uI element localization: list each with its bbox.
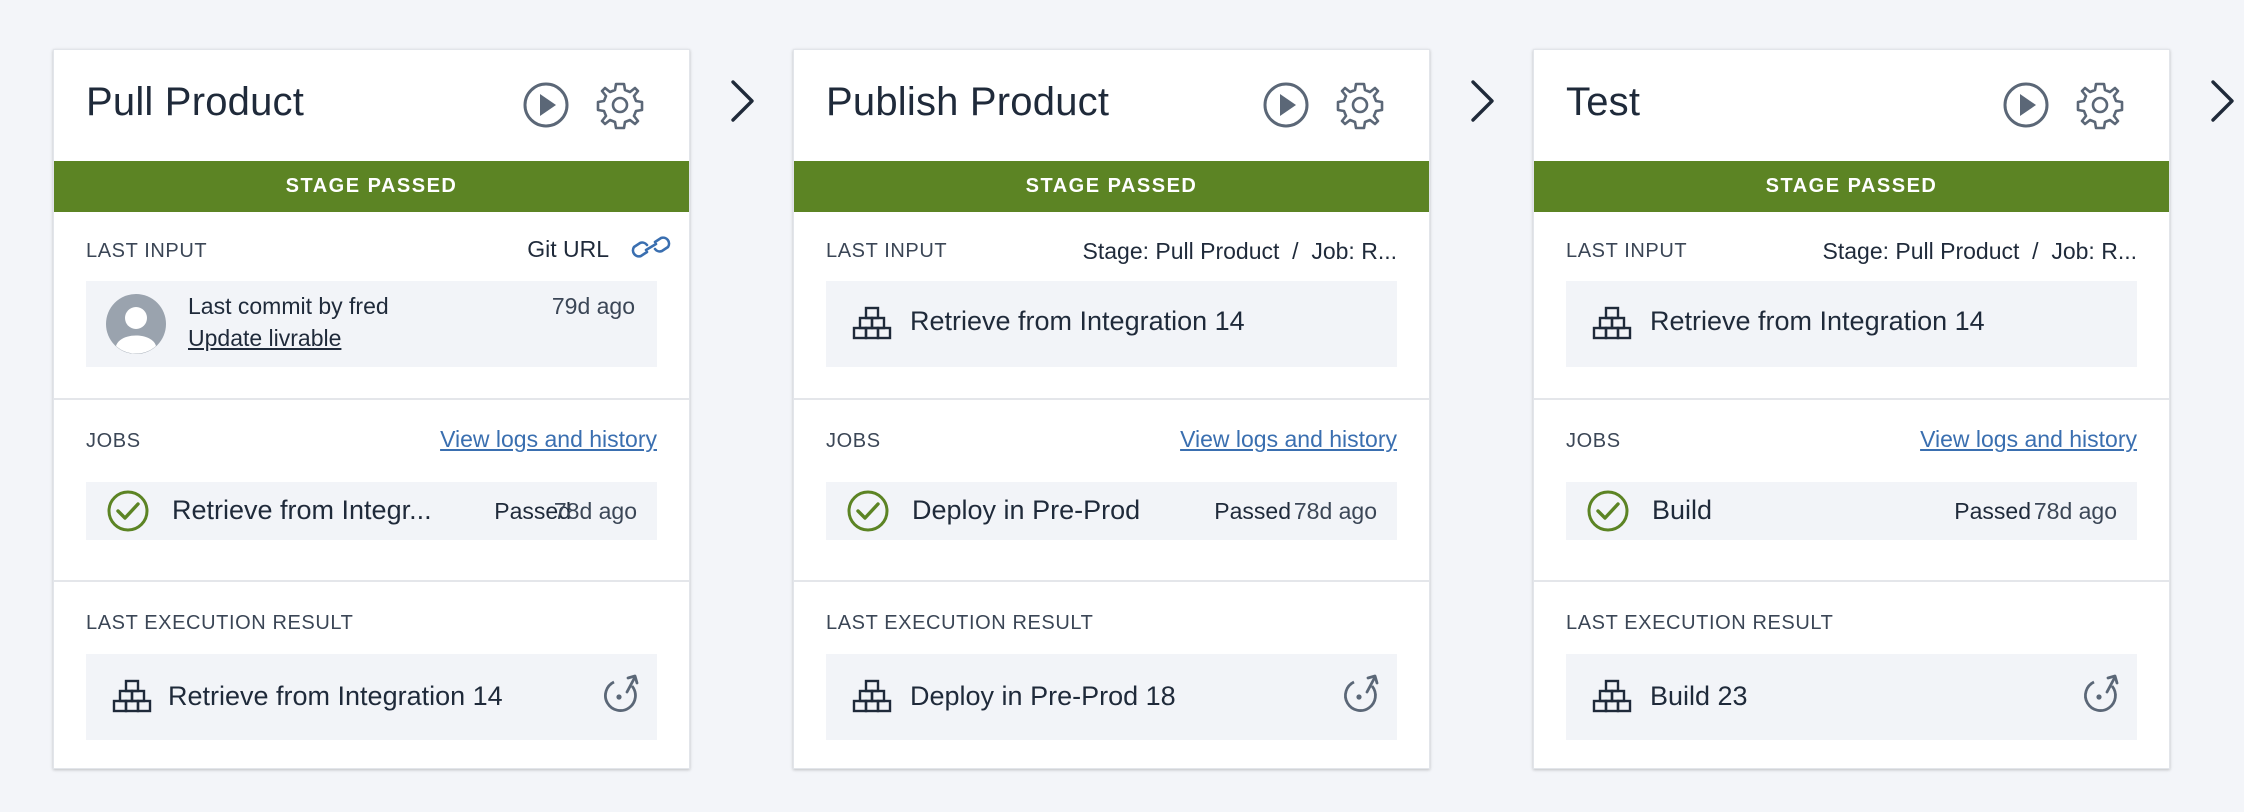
success-check-icon: [106, 489, 150, 533]
user-avatar: [106, 294, 166, 354]
job-time: 78d ago: [553, 498, 637, 524]
last-execution-label: LAST EXECUTION RESULT: [1566, 612, 1834, 634]
jobs-section: JOBS View logs and history Retrieve from…: [54, 400, 689, 582]
last-input-label: LAST INPUT: [826, 240, 948, 262]
execution-tile[interactable]: Deploy in Pre-Prod 18: [826, 654, 1397, 740]
rerun-icon[interactable]: [1339, 672, 1383, 716]
job-row[interactable]: Build Passed 78d ago: [1566, 482, 2137, 540]
execution-name: Deploy in Pre-Prod 18: [910, 681, 1176, 711]
jobs-section: JOBS View logs and history Build Passed …: [1534, 400, 2169, 582]
jobs-label: JOBS: [826, 430, 881, 452]
job-time: 78d ago: [1293, 498, 1377, 524]
settings-gear-icon[interactable]: [2075, 80, 2125, 130]
build-blocks-icon: [1592, 677, 1632, 717]
last-input-section: LAST INPUT Stage: Pull Product / Job: R.…: [1534, 212, 2169, 400]
success-check-icon: [846, 489, 890, 533]
rerun-icon[interactable]: [599, 672, 643, 716]
build-blocks-icon: [852, 304, 892, 344]
view-logs-link[interactable]: View logs and history: [1180, 426, 1397, 453]
stage-header: Test: [1534, 50, 2169, 161]
last-input-label: LAST INPUT: [86, 240, 208, 262]
input-source: Git URL: [527, 236, 609, 262]
stage-title: Pull Product: [86, 80, 305, 124]
chevron-right-icon: [1468, 78, 1498, 124]
run-stage-icon[interactable]: [1261, 80, 1311, 130]
commit-tile: Last commit by fred Update livrable 79d …: [86, 281, 657, 367]
build-blocks-icon: [112, 677, 152, 717]
job-status: Passed: [1214, 498, 1291, 524]
stage-status-bar: STAGE PASSED: [1534, 161, 2169, 212]
stage-status-bar: STAGE PASSED: [794, 161, 1429, 212]
last-input-label: LAST INPUT: [1566, 240, 1688, 262]
input-source[interactable]: Stage: Pull Product / Job: R...: [1823, 238, 2138, 265]
build-blocks-icon: [852, 677, 892, 717]
last-execution-section: LAST EXECUTION RESULT Retrieve from Inte…: [54, 582, 689, 772]
run-stage-icon[interactable]: [521, 80, 571, 130]
success-check-icon: [1586, 489, 1630, 533]
settings-gear-icon[interactable]: [1335, 80, 1385, 130]
stage-header: Pull Product: [54, 50, 689, 161]
jobs-label: JOBS: [1566, 430, 1621, 452]
stage-title: Test: [1566, 80, 1641, 124]
run-stage-icon[interactable]: [2001, 80, 2051, 130]
job-time: 78d ago: [2033, 498, 2117, 524]
stage-status-bar: STAGE PASSED: [54, 161, 689, 212]
execution-tile[interactable]: Retrieve from Integration 14: [86, 654, 657, 740]
last-input-section: LAST INPUT Stage: Pull Product / Job: R.…: [794, 212, 1429, 400]
job-status: Passed: [1954, 498, 2031, 524]
execution-tile[interactable]: Build 23: [1566, 654, 2137, 740]
commit-author: Last commit by fred: [188, 293, 389, 319]
last-execution-section: LAST EXECUTION RESULT Build 23: [1534, 582, 2169, 772]
chevron-right-icon: [728, 78, 758, 124]
input-tile[interactable]: Retrieve from Integration 14: [1566, 281, 2137, 367]
last-execution-label: LAST EXECUTION RESULT: [86, 612, 354, 634]
last-execution-section: LAST EXECUTION RESULT Deploy in Pre-Prod…: [794, 582, 1429, 772]
job-row[interactable]: Retrieve from Integr... Passed 78d ago: [86, 482, 657, 540]
commit-message-link[interactable]: Update livrable: [188, 325, 341, 352]
last-execution-label: LAST EXECUTION RESULT: [826, 612, 1094, 634]
stage-header: Publish Product: [794, 50, 1429, 161]
build-blocks-icon: [1592, 304, 1632, 344]
input-item-name: Retrieve from Integration 14: [1650, 306, 1985, 336]
execution-name: Build 23: [1650, 681, 1748, 711]
chevron-right-icon: [2208, 78, 2238, 124]
job-row[interactable]: Deploy in Pre-Prod Passed 78d ago: [826, 482, 1397, 540]
stage-card-test: Test STAGE PASSED LAST INPUT Stage: Pull…: [1533, 49, 2170, 769]
jobs-section: JOBS View logs and history Deploy in Pre…: [794, 400, 1429, 582]
job-name: Build: [1652, 495, 1713, 525]
last-input-section: LAST INPUT Git URL Last commit by fred U…: [54, 212, 689, 400]
stage-card-pull-product: Pull Product STAGE PASSED LAST INPUT Git…: [53, 49, 690, 769]
input-tile[interactable]: Retrieve from Integration 14: [826, 281, 1397, 367]
input-item-name: Retrieve from Integration 14: [910, 306, 1245, 336]
view-logs-link[interactable]: View logs and history: [440, 426, 657, 453]
stage-title: Publish Product: [826, 80, 1110, 124]
settings-gear-icon[interactable]: [595, 80, 645, 130]
job-name: Retrieve from Integr...: [172, 495, 432, 525]
job-name: Deploy in Pre-Prod: [912, 495, 1141, 525]
rerun-icon[interactable]: [2079, 672, 2123, 716]
view-logs-link[interactable]: View logs and history: [1920, 426, 2137, 453]
stage-card-publish-product: Publish Product STAGE PASSED LAST INPUT …: [793, 49, 1430, 769]
jobs-label: JOBS: [86, 430, 141, 452]
input-source[interactable]: Stage: Pull Product / Job: R...: [1083, 238, 1398, 265]
commit-time: 79d ago: [551, 293, 635, 319]
execution-name: Retrieve from Integration 14: [168, 681, 503, 711]
link-icon[interactable]: [631, 232, 671, 262]
